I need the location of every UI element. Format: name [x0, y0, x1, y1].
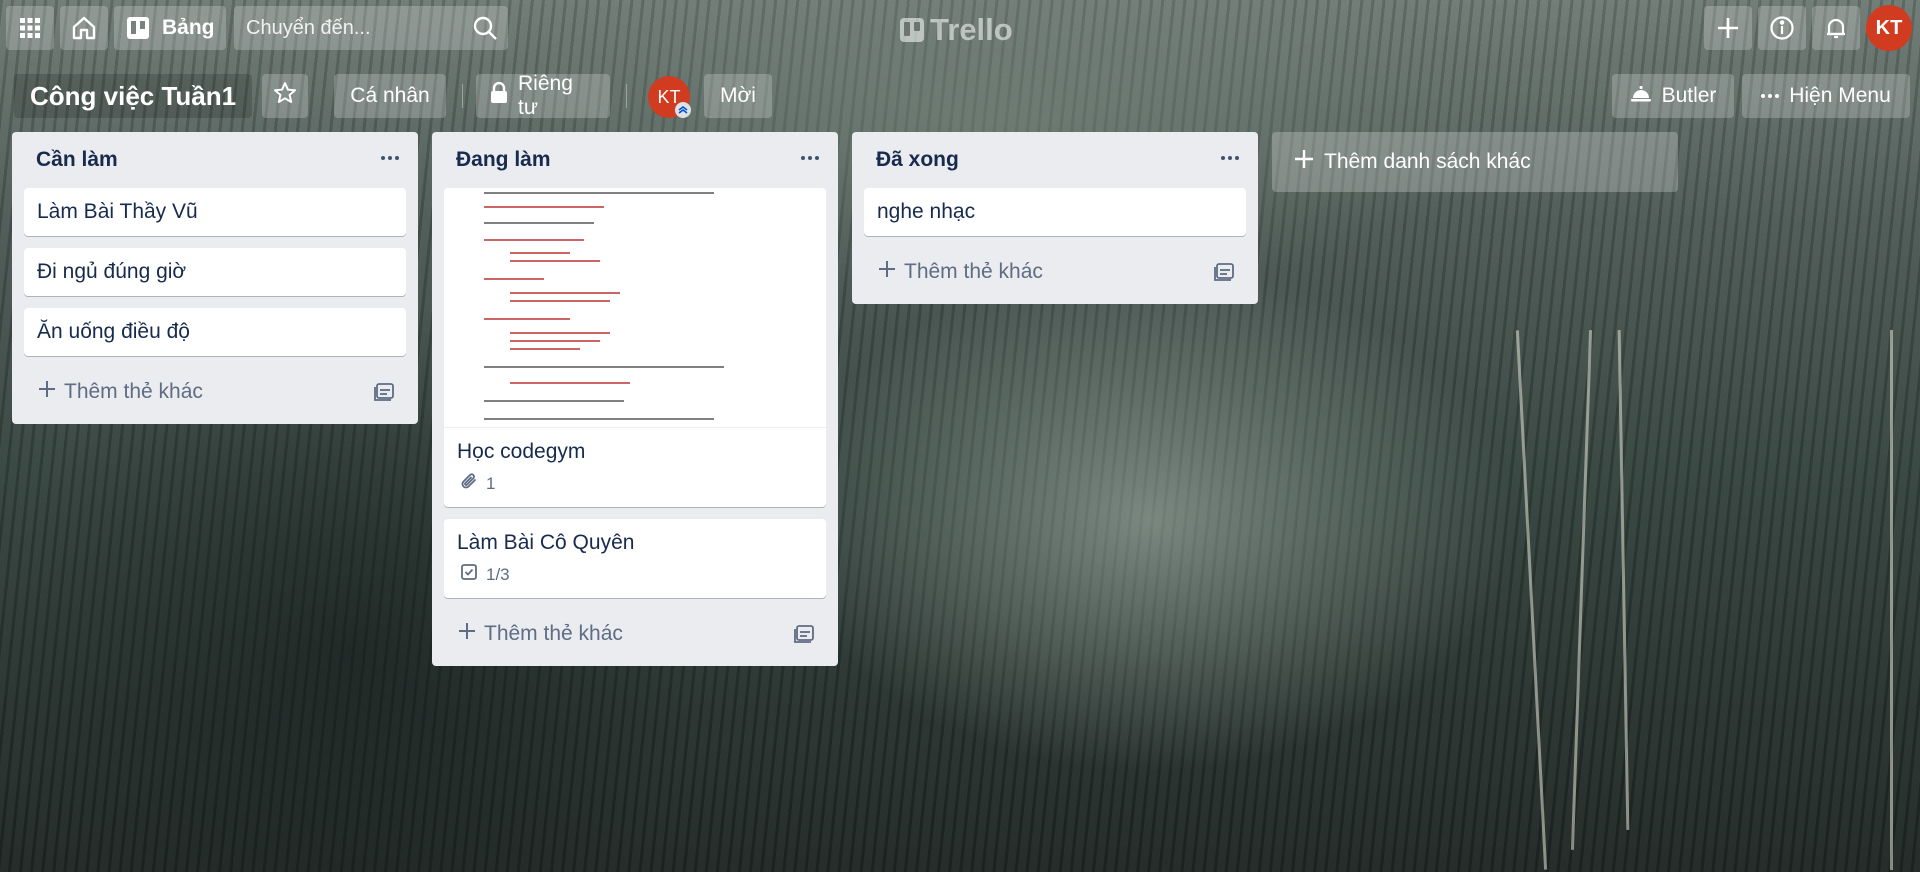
- home-button[interactable]: [60, 6, 108, 50]
- lock-icon: [490, 81, 508, 110]
- list-header: Cần làm: [12, 132, 418, 188]
- plus-icon: [878, 260, 896, 284]
- card-title: Làm Bài Thầy Vũ: [37, 200, 198, 223]
- trello-logo-icon: [900, 18, 924, 42]
- list-menu-icon[interactable]: [1214, 144, 1246, 172]
- privacy-button[interactable]: Riêng tư: [476, 72, 610, 119]
- add-card-label: Thêm thẻ khác: [904, 260, 1043, 283]
- card-title: Ăn uống điều độ: [37, 320, 190, 343]
- tree-trunk: [1515, 330, 1548, 870]
- board-header: Công việc Tuần1 Cá nhân Riêng tư KT Mời …: [0, 70, 1920, 122]
- card-title: nghe nhạc: [877, 200, 976, 223]
- list-title[interactable]: Đã xong: [876, 148, 959, 172]
- plus-icon: [458, 622, 476, 646]
- privacy-label: Riêng tư: [518, 72, 573, 119]
- trello-logo[interactable]: Trello: [900, 10, 1013, 50]
- card[interactable]: Ăn uống điều độ: [24, 308, 406, 356]
- show-menu-button[interactable]: Hiện Menu: [1742, 74, 1910, 118]
- info-icon: [1769, 15, 1795, 41]
- team-visibility-button[interactable]: Cá nhân: [334, 74, 446, 118]
- info-button[interactable]: [1758, 6, 1806, 50]
- tree-trunk: [1617, 330, 1630, 830]
- trello-logo-text: Trello: [930, 12, 1013, 47]
- more-icon: [1761, 94, 1780, 98]
- boards-label: Bảng: [162, 16, 215, 39]
- card-template-icon[interactable]: [374, 381, 396, 407]
- tree-trunk: [1570, 330, 1593, 850]
- card-title: Đi ngủ đúng giờ: [37, 260, 187, 283]
- butler-button[interactable]: Butler: [1612, 74, 1734, 118]
- search-input[interactable]: [234, 6, 470, 50]
- header-divider: [626, 84, 627, 108]
- home-icon: [71, 15, 97, 41]
- star-button[interactable]: [262, 74, 308, 118]
- attachment-count: 1: [486, 473, 496, 493]
- card[interactable]: Làm Bài Thầy Vũ: [24, 188, 406, 236]
- plus-icon: [1294, 149, 1314, 175]
- add-list-label: Thêm danh sách khác: [1324, 150, 1531, 173]
- list-done: Đã xong nghe nhạc Thêm thẻ khác: [852, 132, 1258, 304]
- paperclip-icon: [460, 472, 478, 495]
- top-navigation: Bảng Trello KT: [0, 0, 1920, 60]
- add-card-button[interactable]: Thêm thẻ khác: [444, 610, 826, 658]
- checklist-badge: 1/3: [444, 563, 826, 598]
- show-menu-label: Hiện Menu: [1789, 84, 1891, 107]
- plus-icon: [38, 380, 56, 404]
- list-menu-icon[interactable]: [374, 144, 406, 172]
- grid-icon: [19, 17, 41, 39]
- add-card-label: Thêm thẻ khác: [64, 380, 203, 403]
- card-title: Làm Bài Cô Quyên: [457, 531, 635, 554]
- tree-trunk: [1890, 330, 1893, 870]
- butler-label: Butler: [1661, 84, 1717, 107]
- bell-icon: [1824, 16, 1848, 40]
- checklist-progress: 1/3: [486, 564, 510, 584]
- card[interactable]: Đi ngủ đúng giờ: [24, 248, 406, 296]
- list-todo: Cần làm Làm Bài Thầy Vũ Đi ngủ đúng giờ …: [12, 132, 418, 424]
- card[interactable]: nghe nhạc: [864, 188, 1246, 236]
- attachment-badge: 1: [444, 472, 826, 507]
- board-title[interactable]: Công việc Tuần1: [14, 74, 253, 118]
- card[interactable]: Làm Bài Cô Quyên 1/3: [444, 519, 826, 598]
- list-header: Đang làm: [432, 132, 838, 188]
- card-title: Học codegym: [457, 440, 586, 463]
- star-icon: [273, 81, 297, 111]
- board-icon: [126, 16, 150, 40]
- search-box: [234, 6, 508, 50]
- card-cover-image: [444, 188, 826, 428]
- add-card-label: Thêm thẻ khác: [484, 622, 623, 645]
- create-button[interactable]: [1704, 6, 1752, 50]
- card-template-icon[interactable]: [794, 623, 816, 649]
- list-in-progress: Đang làm Học codegym 1 Làm Bài Cô Quyên …: [432, 132, 838, 666]
- boards-button[interactable]: Bảng: [114, 6, 226, 50]
- list-title[interactable]: Cần làm: [36, 148, 118, 172]
- list-header: Đã xong: [852, 132, 1258, 188]
- card-template-icon[interactable]: [1214, 261, 1236, 287]
- notifications-button[interactable]: [1812, 6, 1860, 50]
- search-icon[interactable]: [472, 15, 498, 46]
- list-title[interactable]: Đang làm: [456, 148, 551, 172]
- invite-button[interactable]: Mời: [704, 74, 772, 118]
- card[interactable]: Học codegym 1: [444, 188, 826, 507]
- header-divider: [462, 84, 463, 108]
- add-card-button[interactable]: Thêm thẻ khác: [24, 368, 406, 416]
- add-list-button[interactable]: Thêm danh sách khác: [1272, 132, 1678, 192]
- admin-chevron-icon: [675, 102, 691, 118]
- plus-icon: [1716, 16, 1740, 40]
- user-avatar[interactable]: KT: [1866, 5, 1912, 51]
- apps-button[interactable]: [6, 6, 54, 50]
- list-menu-icon[interactable]: [794, 144, 826, 172]
- checklist-icon: [460, 563, 478, 586]
- butler-bell-icon: [1630, 83, 1652, 109]
- add-card-button[interactable]: Thêm thẻ khác: [864, 248, 1246, 296]
